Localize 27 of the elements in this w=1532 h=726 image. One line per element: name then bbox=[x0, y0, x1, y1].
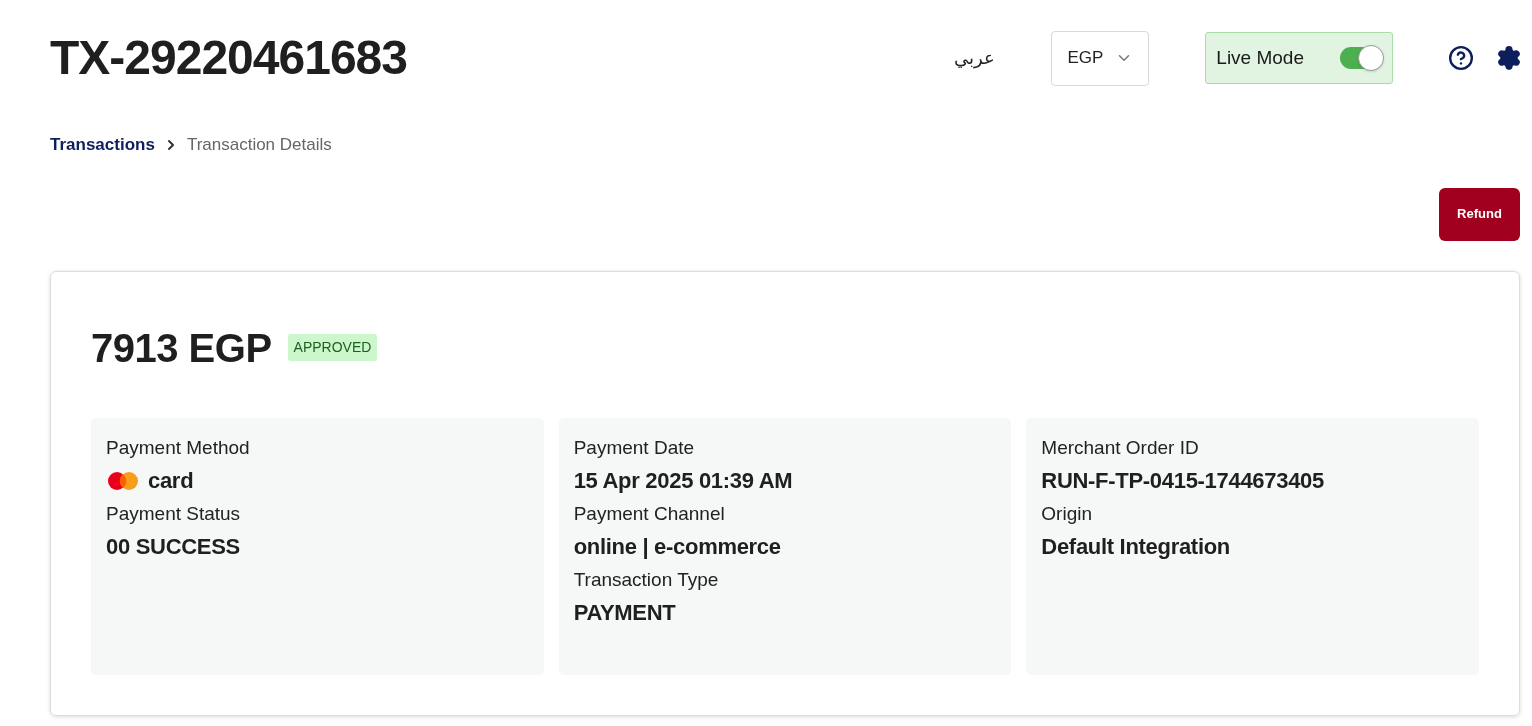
field-label: Origin bbox=[1041, 501, 1093, 526]
refund-button[interactable]: Refund bbox=[1439, 187, 1520, 241]
field-value: online | e-commerce bbox=[573, 533, 781, 561]
field-value: card bbox=[148, 467, 194, 495]
field-label: Payment Status bbox=[106, 501, 242, 526]
field-label: Merchant Order ID bbox=[1041, 435, 1200, 460]
settings-icon[interactable] bbox=[1496, 45, 1522, 71]
field-value: Default Integration bbox=[1041, 533, 1230, 561]
help-icon[interactable] bbox=[1448, 45, 1474, 71]
live-mode-label: Live Mode bbox=[1216, 45, 1304, 70]
live-mode-switch[interactable] bbox=[1340, 47, 1382, 69]
field-label: Payment Date bbox=[573, 435, 696, 460]
breadcrumb-item: Transaction Details bbox=[186, 134, 332, 156]
field-value: PAYMENT bbox=[573, 599, 676, 627]
field-value: RUN-F-TP-0415-1744673405 bbox=[1041, 467, 1324, 495]
status-badge: APPROVED bbox=[287, 334, 378, 361]
card-brand-icon bbox=[106, 470, 140, 491]
field-label: Transaction Type bbox=[573, 567, 720, 592]
breadcrumb-item[interactable]: Transactions bbox=[50, 132, 155, 158]
field-label: Payment Method bbox=[106, 435, 251, 460]
language-link[interactable]: عربي bbox=[954, 44, 996, 72]
currency-dropdown[interactable]: EGP bbox=[1051, 30, 1150, 86]
amount: 7913 EGP bbox=[91, 324, 272, 372]
field-value: 15 Apr 2025 01:39 AM bbox=[573, 467, 793, 495]
field-label: Payment Channel bbox=[573, 501, 726, 526]
transaction-id-title: TX-29220461683 bbox=[50, 30, 407, 86]
field-value: 00 SUCCESS bbox=[106, 533, 240, 561]
